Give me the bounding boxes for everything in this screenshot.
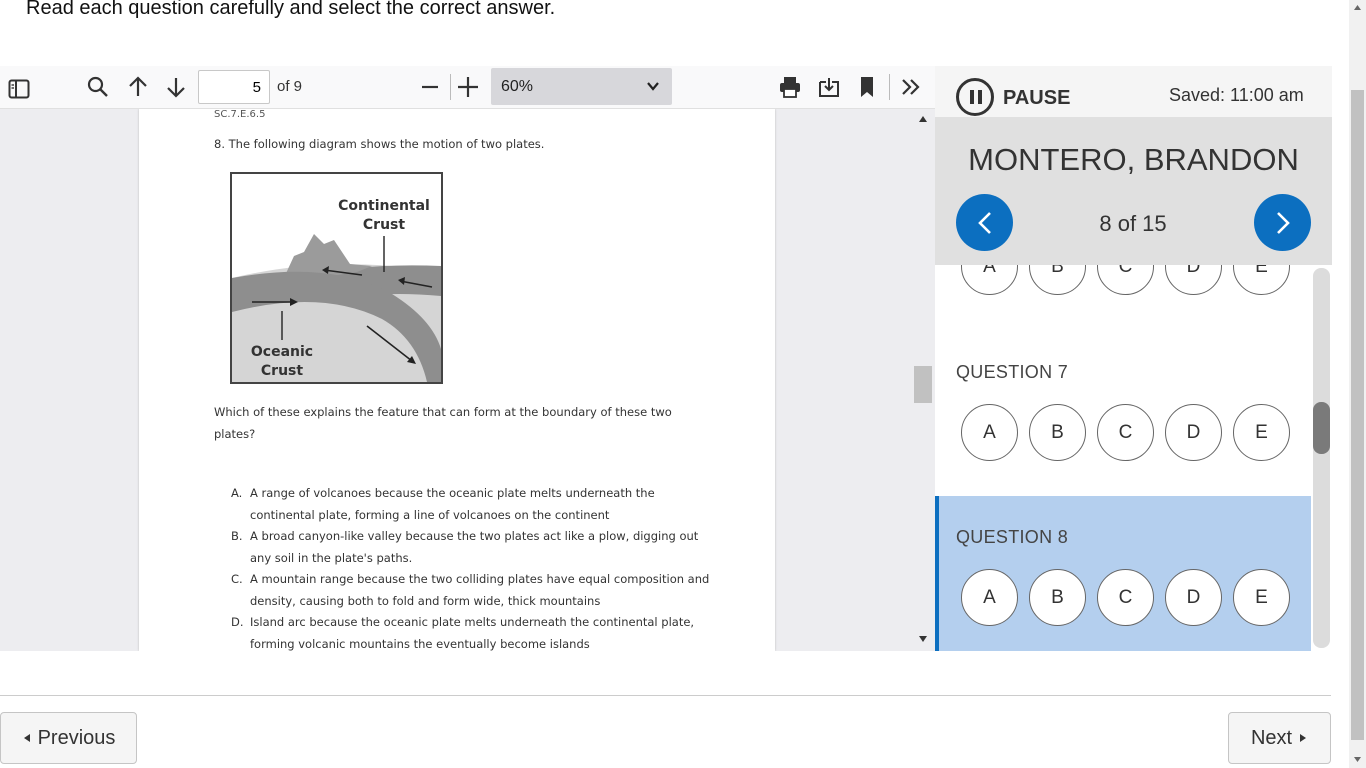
next-label: Next: [1250, 726, 1293, 749]
instructions-text: Read each question carefully and select …: [26, 0, 556, 19]
saved-status: Saved: 11:00 am: [1169, 85, 1304, 105]
bookmark-icon[interactable]: [858, 72, 876, 102]
footer-divider: [0, 695, 1331, 696]
zoom-value: 60%: [501, 77, 534, 95]
download-icon[interactable]: [817, 72, 841, 102]
choice-d: D. Island arc because the oceanic plate m…: [231, 615, 695, 651]
question-list-scroll-thumb[interactable]: [1313, 402, 1330, 454]
q8-option-d[interactable]: D: [1165, 569, 1222, 626]
question-counter: 8 of 15: [1099, 211, 1167, 236]
sidebar-toggle-icon[interactable]: [8, 74, 30, 104]
scroll-down-icon[interactable]: [918, 635, 928, 643]
chevron-left-icon: [977, 211, 991, 234]
q6-option-e[interactable]: E: [1233, 265, 1290, 295]
answer-choices: A. A range of volcanoes because the ocean…: [231, 483, 711, 651]
caret-left-icon: [23, 734, 30, 742]
q6-option-b[interactable]: B: [1029, 265, 1086, 295]
choice-c: C. A mountain range because the two colli…: [231, 572, 710, 608]
next-question-button[interactable]: [1254, 194, 1311, 251]
q8-option-b[interactable]: B: [1029, 569, 1086, 626]
continental-crust-label-line2: Crust: [363, 217, 405, 233]
caret-right-icon: [1300, 734, 1307, 742]
question-stem: 8. The following diagram shows the motio…: [214, 137, 545, 151]
q8-option-c[interactable]: C: [1097, 569, 1154, 626]
previous-question-button[interactable]: [956, 194, 1013, 251]
q8-option-e[interactable]: E: [1233, 569, 1290, 626]
choice-b: B. A broad canyon-like valley because the…: [231, 529, 699, 565]
q7-option-d[interactable]: D: [1165, 404, 1222, 461]
page-scroll-down-icon[interactable]: [1353, 756, 1362, 763]
zoom-out-icon[interactable]: [420, 72, 440, 102]
choice-a: A. A range of volcanoes because the ocean…: [231, 486, 655, 522]
q6-option-c[interactable]: C: [1097, 265, 1154, 295]
chevron-down-icon: [647, 82, 659, 91]
q6-option-d[interactable]: D: [1165, 265, 1222, 295]
previous-page-icon[interactable]: [127, 72, 149, 102]
chevron-right-icon: [1276, 211, 1290, 234]
zoom-in-icon[interactable]: [456, 72, 480, 102]
q7-option-e[interactable]: E: [1233, 404, 1290, 461]
q6-option-a[interactable]: A: [961, 265, 1018, 295]
print-icon[interactable]: [778, 72, 802, 102]
zoom-select[interactable]: 60%: [491, 68, 672, 105]
oceanic-crust-label-line2: Crust: [261, 363, 303, 379]
question-list[interactable]: A B C D E QUESTION 7 A B C D E QUESTION …: [935, 265, 1311, 651]
q7-option-b[interactable]: B: [1029, 404, 1086, 461]
pdf-scroll-thumb[interactable]: [914, 366, 932, 403]
pause-icon[interactable]: [956, 78, 994, 116]
page-total: of 9: [277, 78, 303, 95]
search-icon[interactable]: [86, 72, 110, 102]
previous-label: Previous: [37, 726, 116, 749]
page-scroll-up-icon[interactable]: [1353, 4, 1362, 11]
page-number-input[interactable]: [198, 70, 270, 104]
q7-option-c[interactable]: C: [1097, 404, 1154, 461]
standard-code: SC.7.E.6.5: [214, 109, 266, 120]
scroll-up-icon[interactable]: [918, 115, 928, 123]
question-prompt: Which of these explains the feature that…: [214, 405, 672, 441]
continental-crust-label-line1: Continental: [338, 198, 430, 214]
question-7-options: A B C D E: [961, 404, 1290, 461]
next-button[interactable]: Next: [1228, 712, 1331, 764]
question-7-label[interactable]: QUESTION 7: [956, 362, 1068, 383]
plate-motion-diagram: Continental Crust Oceanic Crust: [230, 172, 443, 384]
question-8-current[interactable]: QUESTION 8 A B C D E: [935, 496, 1311, 651]
q8-option-a[interactable]: A: [961, 569, 1018, 626]
pause-button[interactable]: PAUSE: [1003, 87, 1070, 110]
pdf-viewport[interactable]: SC.7.E.6.5 8. The following diagram show…: [0, 109, 935, 651]
question-8-options: A B C D E: [961, 569, 1290, 626]
pdf-page: SC.7.E.6.5 8. The following diagram show…: [139, 109, 775, 651]
question-list-scroll-track[interactable]: [1313, 268, 1330, 648]
question-8-label[interactable]: QUESTION 8: [956, 527, 1068, 548]
question-6-options: A B C D E: [961, 265, 1290, 295]
previous-button[interactable]: Previous: [0, 712, 137, 764]
page-scroll-thumb[interactable]: [1351, 90, 1364, 740]
oceanic-crust-label-line1: Oceanic: [251, 344, 313, 360]
more-tools-icon[interactable]: [900, 72, 922, 102]
q7-option-a[interactable]: A: [961, 404, 1018, 461]
student-name: MONTERO, BRANDON: [968, 142, 1299, 177]
next-page-icon[interactable]: [165, 72, 187, 102]
